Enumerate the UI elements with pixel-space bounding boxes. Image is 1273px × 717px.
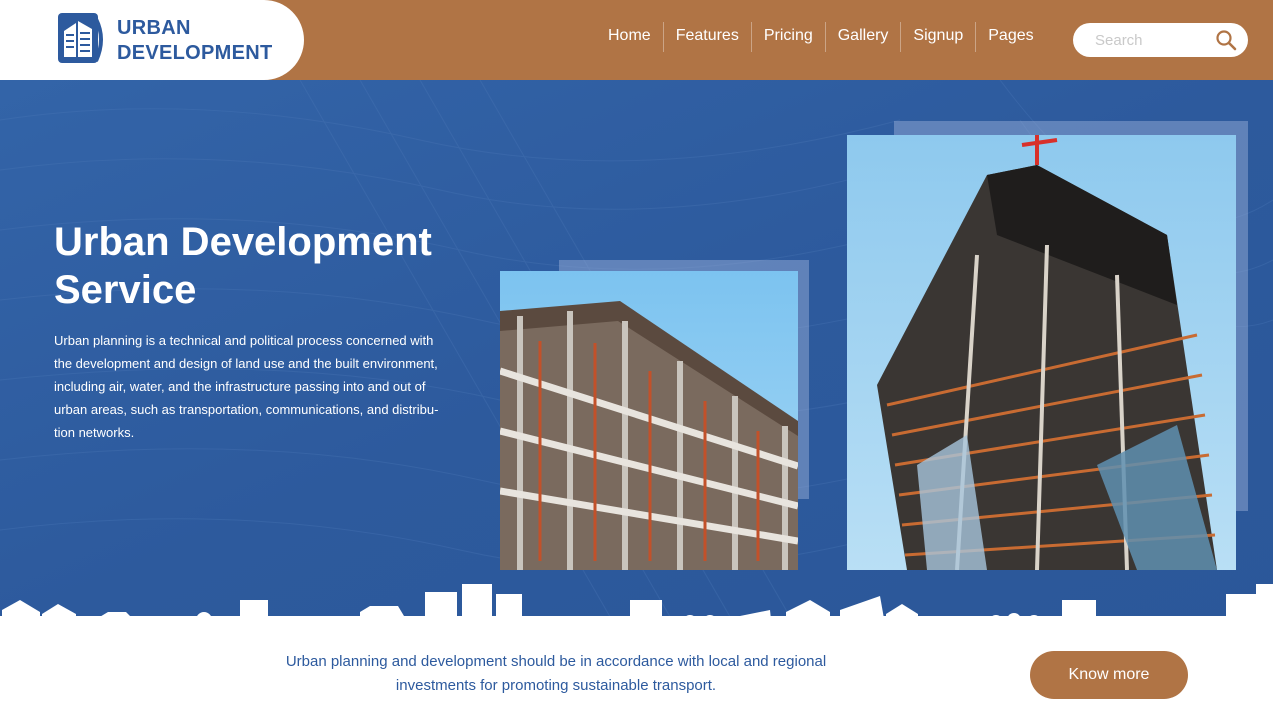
construction-building-photo xyxy=(500,271,798,570)
search-icon[interactable] xyxy=(1215,29,1237,51)
city-skyline-decoration xyxy=(0,584,1273,634)
nav-home[interactable]: Home xyxy=(596,22,663,52)
know-more-button[interactable]: Know more xyxy=(1030,651,1188,699)
nav-features[interactable]: Features xyxy=(662,22,751,52)
nav-gallery[interactable]: Gallery xyxy=(824,22,901,52)
nav-pages[interactable]: Pages xyxy=(975,22,1045,52)
header: URBAN DEVELOPMENT Home Features Pricing … xyxy=(0,0,1273,80)
logo-container[interactable]: URBAN DEVELOPMENT xyxy=(0,0,304,80)
hero-title: Urban Development Service xyxy=(54,220,432,312)
hero-description: Urban planning is a technical and politi… xyxy=(54,333,439,440)
hero-section: Urban Development Service Urban planning… xyxy=(0,80,1273,634)
building-logo-icon xyxy=(58,13,103,63)
search-input[interactable] xyxy=(1095,30,1210,50)
brand-line-1: URBAN xyxy=(117,17,191,39)
brand-name: URBAN DEVELOPMENT xyxy=(117,16,273,66)
cta-text: Urban planning and development should be… xyxy=(285,653,827,694)
skyscraper-construction-photo xyxy=(847,135,1236,570)
nav-pricing[interactable]: Pricing xyxy=(750,22,825,52)
brand-line-2: DEVELOPMENT xyxy=(117,42,273,64)
main-nav: Home Features Pricing Gallery Signup Pag… xyxy=(596,22,1046,52)
nav-signup[interactable]: Signup xyxy=(900,22,975,52)
